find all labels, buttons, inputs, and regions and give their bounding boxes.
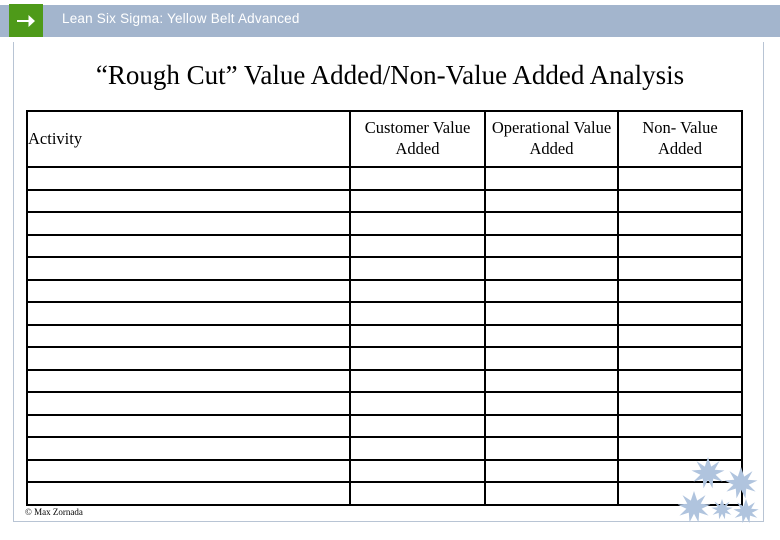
table-cell-customer_value_added[interactable] [349,323,486,348]
table-cell-activity[interactable] [26,436,351,461]
table-cell-non_value_added[interactable] [617,278,743,303]
table-cell-operational_value_added[interactable] [484,346,619,371]
table-cell-activity[interactable] [26,233,351,258]
table-row[interactable] [26,413,743,438]
table-header-row: Activity Customer Value Added Operationa… [26,110,743,168]
table-cell-activity[interactable] [26,458,351,483]
table-row[interactable] [26,323,743,348]
table-row[interactable] [26,278,743,303]
table-cell-activity[interactable] [26,301,351,326]
table-cell-operational_value_added[interactable] [484,368,619,393]
value-added-analysis-table: Activity Customer Value Added Operationa… [26,110,743,506]
table-row[interactable] [26,368,743,393]
table-cell-operational_value_added[interactable] [484,188,619,213]
table-body [26,166,743,506]
table-cell-non_value_added[interactable] [617,188,743,213]
table-cell-operational_value_added[interactable] [484,481,619,506]
slide-canvas: Lean Six Sigma: Yellow Belt Advanced “Ro… [0,0,780,540]
table-cell-activity[interactable] [26,323,351,348]
table-cell-customer_value_added[interactable] [349,256,486,281]
table-cell-operational_value_added[interactable] [484,301,619,326]
page-title: “Rough Cut” Value Added/Non-Value Added … [95,60,685,90]
table-cell-activity[interactable] [26,166,351,191]
table-cell-non_value_added[interactable] [617,413,743,438]
table-cell-operational_value_added[interactable] [484,323,619,348]
table-cell-operational_value_added[interactable] [484,166,619,191]
table-cell-operational_value_added[interactable] [484,278,619,303]
table-cell-customer_value_added[interactable] [349,166,486,191]
table-cell-customer_value_added[interactable] [349,211,486,236]
table-row[interactable] [26,166,743,191]
table-cell-activity[interactable] [26,346,351,371]
table-cell-activity[interactable] [26,368,351,393]
table-cell-non_value_added[interactable] [617,346,743,371]
table-cell-customer_value_added[interactable] [349,188,486,213]
table-cell-non_value_added[interactable] [617,368,743,393]
course-title: Lean Six Sigma: Yellow Belt Advanced [62,11,300,26]
table-cell-activity[interactable] [26,278,351,303]
table-row[interactable] [26,233,743,258]
slide-border-left [13,42,14,522]
table-cell-non_value_added[interactable] [617,166,743,191]
table-cell-non_value_added[interactable] [617,301,743,326]
table-cell-operational_value_added[interactable] [484,413,619,438]
table-row[interactable] [26,188,743,213]
table-cell-activity[interactable] [26,391,351,416]
table-cell-customer_value_added[interactable] [349,391,486,416]
table-cell-customer_value_added[interactable] [349,301,486,326]
table-row[interactable] [26,211,743,236]
table-row[interactable] [26,436,743,461]
table-cell-non_value_added[interactable] [617,211,743,236]
table-cell-customer_value_added[interactable] [349,278,486,303]
table-cell-customer_value_added[interactable] [349,458,486,483]
table-cell-non_value_added[interactable] [617,323,743,348]
copyright-credit: © Max Zornada [25,507,83,517]
arrow-right-icon [9,4,43,37]
table-cell-activity[interactable] [26,211,351,236]
column-header-operational-value-added: Operational Value Added [484,110,619,168]
table-cell-customer_value_added[interactable] [349,368,486,393]
table-row[interactable] [26,458,743,483]
table-cell-customer_value_added[interactable] [349,481,486,506]
table-cell-activity[interactable] [26,481,351,506]
table-cell-customer_value_added[interactable] [349,436,486,461]
table-cell-operational_value_added[interactable] [484,256,619,281]
table-cell-customer_value_added[interactable] [349,413,486,438]
table-cell-operational_value_added[interactable] [484,458,619,483]
slide-border-right [763,42,764,522]
table-row[interactable] [26,256,743,281]
table-cell-operational_value_added[interactable] [484,233,619,258]
table-cell-non_value_added[interactable] [617,391,743,416]
table-cell-activity[interactable] [26,256,351,281]
slide-border-bottom [13,521,764,522]
table-cell-non_value_added[interactable] [617,481,743,506]
table-cell-operational_value_added[interactable] [484,211,619,236]
table-cell-non_value_added[interactable] [617,436,743,461]
table-cell-customer_value_added[interactable] [349,233,486,258]
table-cell-operational_value_added[interactable] [484,436,619,461]
table-cell-non_value_added[interactable] [617,256,743,281]
table-cell-non_value_added[interactable] [617,458,743,483]
table-row[interactable] [26,481,743,506]
table-row[interactable] [26,301,743,326]
column-header-customer-value-added: Customer Value Added [349,110,486,168]
table-row[interactable] [26,346,743,371]
table-cell-activity[interactable] [26,413,351,438]
table-cell-activity[interactable] [26,188,351,213]
table-cell-non_value_added[interactable] [617,233,743,258]
column-header-non-value-added: Non- Value Added [617,110,743,168]
table-cell-customer_value_added[interactable] [349,346,486,371]
column-header-activity: Activity [26,110,351,168]
table-row[interactable] [26,391,743,416]
table-cell-operational_value_added[interactable] [484,391,619,416]
table-header: Activity Customer Value Added Operationa… [26,110,743,168]
